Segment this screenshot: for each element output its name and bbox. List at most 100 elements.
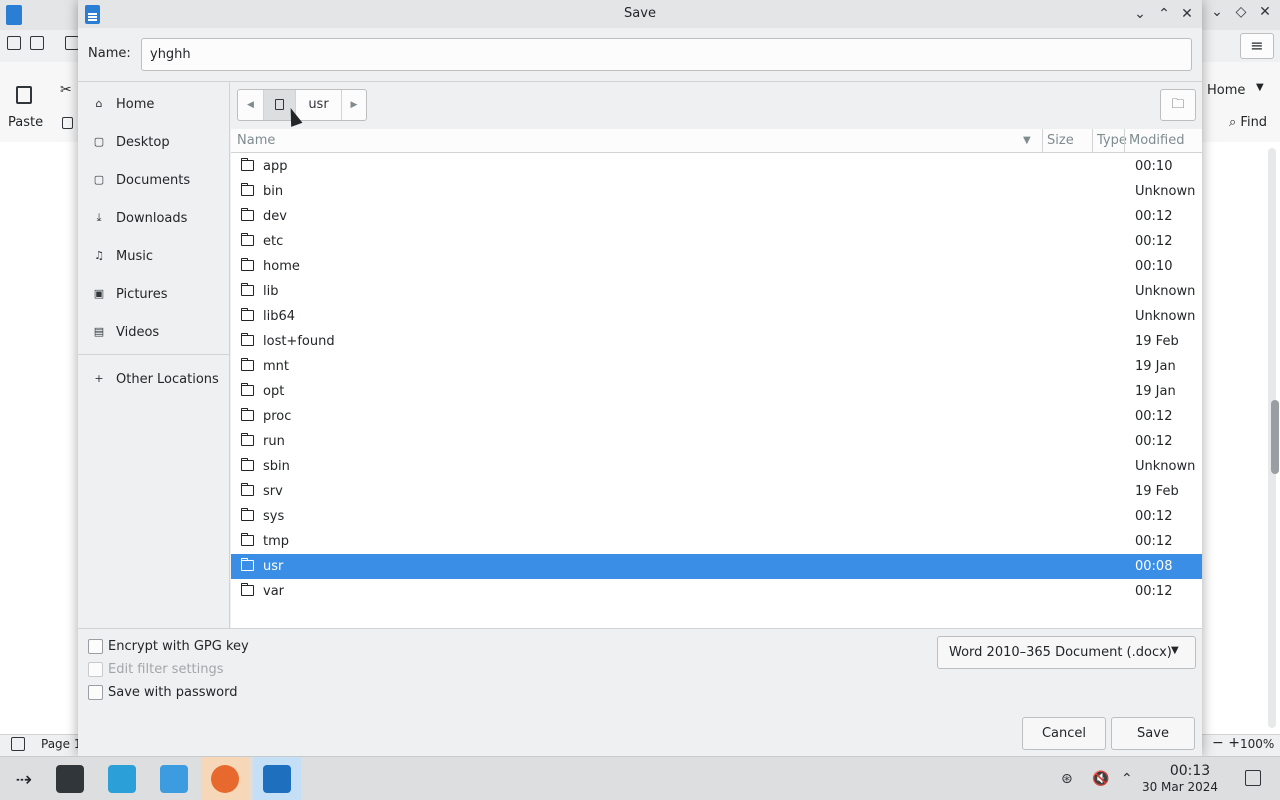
zoom-in-button[interactable]: + (1228, 735, 1240, 751)
file-modified: 00:12 (1135, 209, 1173, 224)
column-header-type[interactable]: Type (1092, 129, 1127, 153)
file-row[interactable]: sys 00:12 (231, 504, 1202, 529)
file-name: lib64 (263, 309, 296, 324)
file-row[interactable]: lib64 Unknown (231, 304, 1202, 329)
home-tab[interactable]: Home (1207, 83, 1245, 98)
sidebar-item-other-locations[interactable]: + Other Locations (78, 361, 229, 397)
cancel-button[interactable]: Cancel (1022, 717, 1106, 750)
maximize-icon[interactable]: ◇ (1230, 4, 1252, 20)
find-button[interactable]: ⌕ Find (1229, 115, 1267, 130)
file-row[interactable]: mnt 19 Jan (231, 354, 1202, 379)
file-row[interactable]: lost+found 19 Feb (231, 329, 1202, 354)
folder-icon (241, 183, 254, 196)
paste-icon[interactable] (16, 86, 32, 104)
settings-icon (56, 765, 84, 793)
volume-muted-icon[interactable]: 🔇 (1092, 771, 1109, 787)
file-modified: 19 Feb (1135, 334, 1179, 349)
sidebar-item-desktop[interactable]: ▢ Desktop (78, 124, 229, 160)
path-bar: ◀ usr ▶ (237, 89, 367, 121)
document-scrollbar-thumb[interactable] (1271, 400, 1279, 474)
column-header-modified[interactable]: Modified (1124, 129, 1202, 153)
file-name: var (263, 584, 285, 599)
sidebar-item-home[interactable]: ⌂ Home (78, 86, 229, 122)
taskbar-item-system-settings[interactable] (46, 757, 94, 800)
copy-icon[interactable] (62, 117, 73, 129)
file-name: tmp (263, 534, 290, 549)
file-name: lib (263, 284, 279, 299)
folder-icon (241, 258, 254, 271)
file-row[interactable]: proc 00:12 (231, 404, 1202, 429)
file-modified: 19 Jan (1135, 384, 1176, 399)
column-header-size[interactable]: Size (1042, 129, 1092, 153)
taskbar-item-file-manager[interactable] (150, 757, 198, 800)
file-row[interactable]: bin Unknown (231, 179, 1202, 204)
page-indicator: Page 1 (41, 737, 82, 751)
save-icon[interactable] (65, 36, 79, 50)
minimize-icon[interactable]: ⌄ (1130, 4, 1150, 24)
file-row[interactable]: lib Unknown (231, 279, 1202, 304)
create-folder-button[interactable]: 🗀 (1160, 89, 1196, 121)
folder-icon (241, 583, 254, 596)
close-icon[interactable]: ✕ (1254, 4, 1276, 20)
close-icon[interactable]: ✕ (1177, 4, 1197, 24)
new-document-icon[interactable] (7, 36, 21, 50)
sidebar-item-label: Music (116, 249, 153, 264)
file-row[interactable]: tmp 00:12 (231, 529, 1202, 554)
file-modified: 00:10 (1135, 159, 1173, 174)
search-icon: ⌕ (1229, 115, 1237, 130)
show-desktop-icon[interactable] (1245, 770, 1261, 786)
file-row[interactable]: home 00:10 (231, 254, 1202, 279)
taskbar-item-firefox[interactable] (201, 757, 249, 800)
cut-icon[interactable]: ✂ (60, 82, 72, 98)
sidebar-item-documents[interactable]: ▢ Documents (78, 162, 229, 198)
save-button[interactable]: Save (1111, 717, 1195, 750)
sidebar-item-downloads[interactable]: ⤓ Downloads (78, 200, 229, 236)
sidebar-item-pictures[interactable]: ▣ Pictures (78, 276, 229, 312)
file-type-select[interactable]: Word 2010–365 Document (.docx) ▼ (937, 636, 1196, 669)
save-dialog: Save ⌄ ⌃ ✕ Name: ⌂ Home ▢ Desktop ▢ Docu… (78, 0, 1202, 756)
taskbar-item-discover[interactable] (98, 757, 146, 800)
file-row[interactable]: usr 00:08 (231, 554, 1202, 579)
filename-input[interactable] (141, 38, 1192, 71)
file-row[interactable]: srv 19 Feb (231, 479, 1202, 504)
taskbar-item-writer[interactable] (253, 757, 301, 800)
application-launcher-button[interactable]: ⇢ (0, 757, 48, 800)
zoom-level[interactable]: 100% (1240, 737, 1274, 751)
file-modified: Unknown (1135, 459, 1196, 474)
file-row[interactable]: sbin Unknown (231, 454, 1202, 479)
chevron-up-icon[interactable]: ⌃ (1121, 771, 1133, 787)
dialog-title: Save (624, 6, 656, 21)
checkbox-box[interactable] (88, 639, 103, 654)
plus-icon: + (94, 372, 104, 385)
path-forward-button[interactable]: ▶ (342, 90, 366, 120)
file-row[interactable]: app 00:10 (231, 154, 1202, 179)
open-icon[interactable] (30, 36, 44, 50)
sidebar-item-music[interactable]: ♫ Music (78, 238, 229, 274)
sidebar-item-videos[interactable]: ▤ Videos (78, 314, 229, 350)
minimize-icon[interactable]: ⌄ (1206, 4, 1228, 20)
updates-icon[interactable]: ⊛ (1061, 771, 1073, 787)
file-row[interactable]: dev 00:12 (231, 204, 1202, 229)
column-header-name[interactable]: Name (233, 129, 1041, 153)
file-row[interactable]: run 00:12 (231, 429, 1202, 454)
file-name: proc (263, 409, 292, 424)
checkbox-box (88, 662, 103, 677)
file-row[interactable]: etc 00:12 (231, 229, 1202, 254)
clock-date[interactable]: 30 Mar 2024 (1140, 780, 1220, 794)
folder-icon (241, 308, 254, 321)
checkbox-box[interactable] (88, 685, 103, 700)
path-segment-usr[interactable]: usr (296, 90, 342, 120)
maximize-icon[interactable]: ⌃ (1154, 4, 1174, 24)
file-row[interactable]: var 00:12 (231, 579, 1202, 604)
file-modified: 00:12 (1135, 509, 1173, 524)
folder-icon (241, 508, 254, 521)
clock-time[interactable]: 00:13 (1160, 763, 1220, 779)
folder-icon (241, 533, 254, 546)
folder-icon (241, 233, 254, 246)
zoom-out-button[interactable]: − + (1212, 735, 1240, 751)
paste-label[interactable]: Paste (8, 115, 43, 130)
chevron-down-icon[interactable]: ▼ (1256, 82, 1264, 93)
file-row[interactable]: opt 19 Jan (231, 379, 1202, 404)
menu-button[interactable]: ≡ (1240, 33, 1274, 59)
path-back-button[interactable]: ◀ (238, 90, 264, 120)
